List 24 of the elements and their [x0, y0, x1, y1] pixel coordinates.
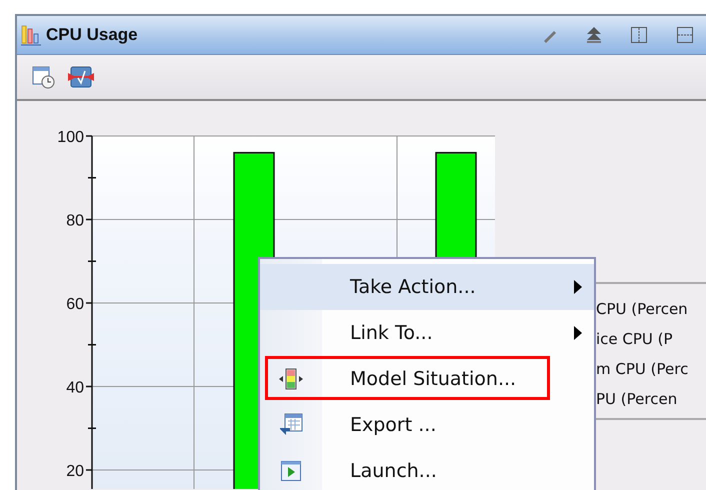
legend-label: PU (Percen [596, 390, 678, 408]
y-tick-label: 100 [57, 129, 84, 146]
collapse-icon[interactable] [586, 26, 602, 44]
split-horizontal-icon[interactable] [676, 26, 694, 44]
legend-label: m CPU (Perc [596, 360, 690, 378]
launch-icon [280, 460, 302, 482]
menu-item[interactable]: Link To... [260, 310, 594, 356]
y-tick-label: 60 [66, 296, 84, 313]
menu-item[interactable]: Model Situation... [260, 356, 594, 402]
traffic-light-icon [278, 368, 304, 390]
y-tick-label: 20 [66, 463, 84, 480]
bar-chart-icon [20, 24, 42, 46]
time-span-icon[interactable] [67, 65, 95, 89]
legend-label: ice CPU (P [596, 330, 674, 348]
window-title: CPU Usage [46, 25, 138, 45]
y-tick-label: 40 [66, 380, 84, 396]
menu-item[interactable]: Take Action... [260, 264, 594, 310]
y-tick-label: 80 [66, 212, 84, 230]
split-vertical-icon[interactable] [630, 26, 648, 44]
table-export-icon [278, 413, 304, 437]
menu-item[interactable]: Export ... [260, 402, 594, 448]
legend-label: CPU (Percen [596, 300, 689, 318]
calendar-clock-icon[interactable] [31, 65, 55, 89]
menu-item[interactable]: Launch... [260, 448, 594, 490]
